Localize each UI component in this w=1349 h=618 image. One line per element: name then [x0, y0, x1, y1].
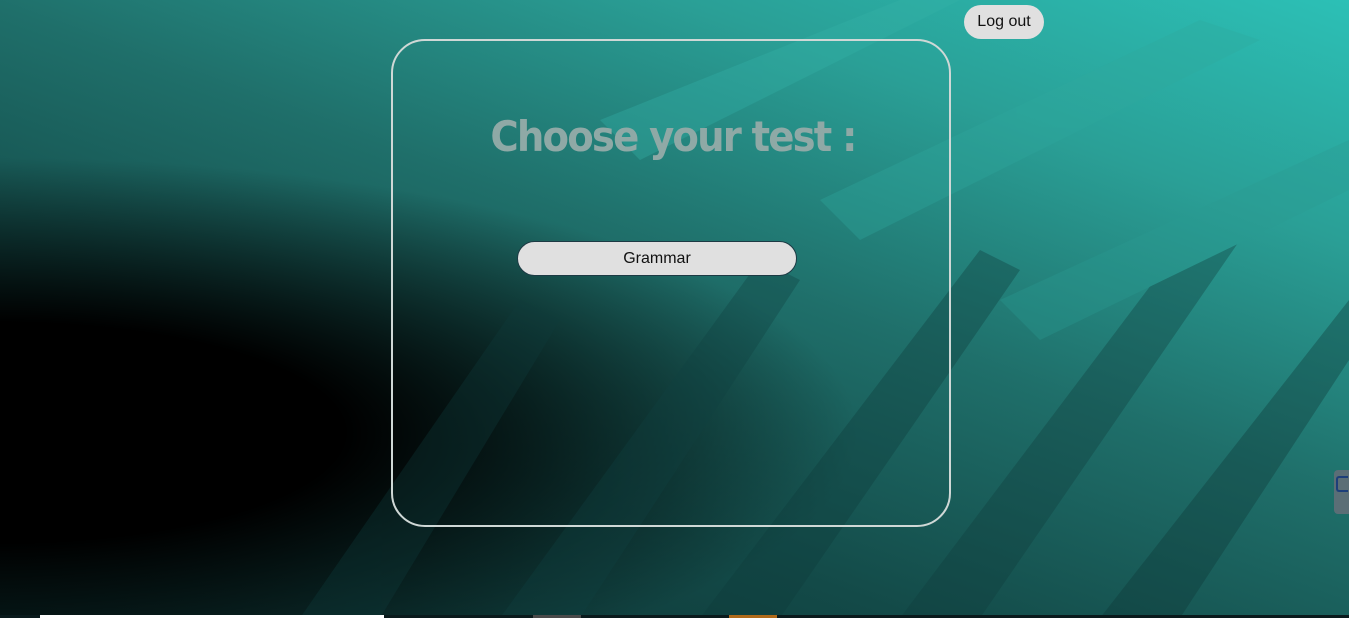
arrow-left-icon [1336, 476, 1348, 492]
logout-button[interactable]: Log out [964, 5, 1044, 39]
page-title: Choose your test : [490, 112, 857, 161]
test-button-grammar[interactable]: Grammar [517, 241, 797, 276]
side-panel-tab[interactable] [1334, 470, 1349, 514]
